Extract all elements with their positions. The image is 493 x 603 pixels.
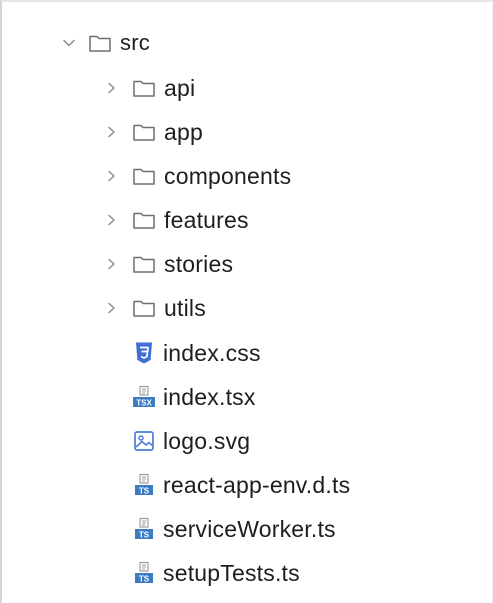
tree-node-label: react-app-env.d.ts [163,471,351,498]
chevron-right-icon[interactable] [102,299,120,317]
tree-node-label: app [164,118,203,145]
folder-outline-icon [132,252,156,276]
tree-node-serviceworker-ts[interactable]: TS serviceWorker.ts [2,507,486,551]
folder-outline-icon [132,76,156,100]
ts-file-icon: TS [132,473,156,497]
chevron-right-icon[interactable] [102,255,120,273]
tree-node-label: features [164,206,249,233]
tree-node-label: api [164,74,196,101]
tree-node-label: index.tsx [163,383,256,410]
tree-node-api[interactable]: api [2,66,486,110]
ts-badge-text: TS [139,574,150,583]
tree-node-label: stories [164,250,234,277]
chevron-right-icon[interactable] [102,211,120,229]
tree-node-label: setupTests.ts [163,559,300,586]
tsx-file-icon: TSX [132,385,156,409]
ts-file-icon: TS [132,517,156,541]
tree-node-setuptests-ts[interactable]: TS setupTests.ts [2,551,486,595]
tree-node-components[interactable]: components [2,154,486,198]
folder-outline-icon [132,164,156,188]
tree-node-logo-svg[interactable]: logo.svg [2,419,486,463]
folder-outline-icon [132,208,156,232]
tree-node-index-css[interactable]: index.css [2,331,486,375]
tree-node-label: src [120,30,150,55]
tree-node-label: logo.svg [163,427,251,454]
tree-node-label: serviceWorker.ts [163,515,336,542]
ts-badge-text: TS [139,530,150,539]
svg-image-file-icon [132,429,156,453]
tree-node-utils[interactable]: utils [2,286,486,330]
tree-node-react-app-env-d-ts[interactable]: TS react-app-env.d.ts [2,463,486,507]
file-tree: src api app components features stories … [2,20,492,603]
tree-node-src[interactable]: src [2,20,486,66]
folder-outline-icon [132,120,156,144]
folder-outline-icon [88,31,112,55]
tsx-badge-text: TSX [136,398,152,407]
tree-node-index-tsx[interactable]: TSX index.tsx [2,375,486,419]
tree-node-features[interactable]: features [2,198,486,242]
tree-node-label: utils [164,294,206,321]
css-file-icon [132,341,156,365]
chevron-down-icon[interactable] [60,34,78,52]
chevron-right-icon[interactable] [102,79,120,97]
ts-badge-text: TS [139,486,150,495]
tree-node-stories[interactable]: stories [2,242,486,286]
tree-node-label: index.css [163,339,261,366]
tree-node-app[interactable]: app [2,110,486,154]
project-tree-panel: src api app components features stories … [0,0,493,603]
tree-node-label: components [164,162,292,189]
chevron-right-icon[interactable] [102,123,120,141]
folder-outline-icon [132,296,156,320]
ts-file-icon: TS [132,561,156,585]
chevron-right-icon[interactable] [102,167,120,185]
